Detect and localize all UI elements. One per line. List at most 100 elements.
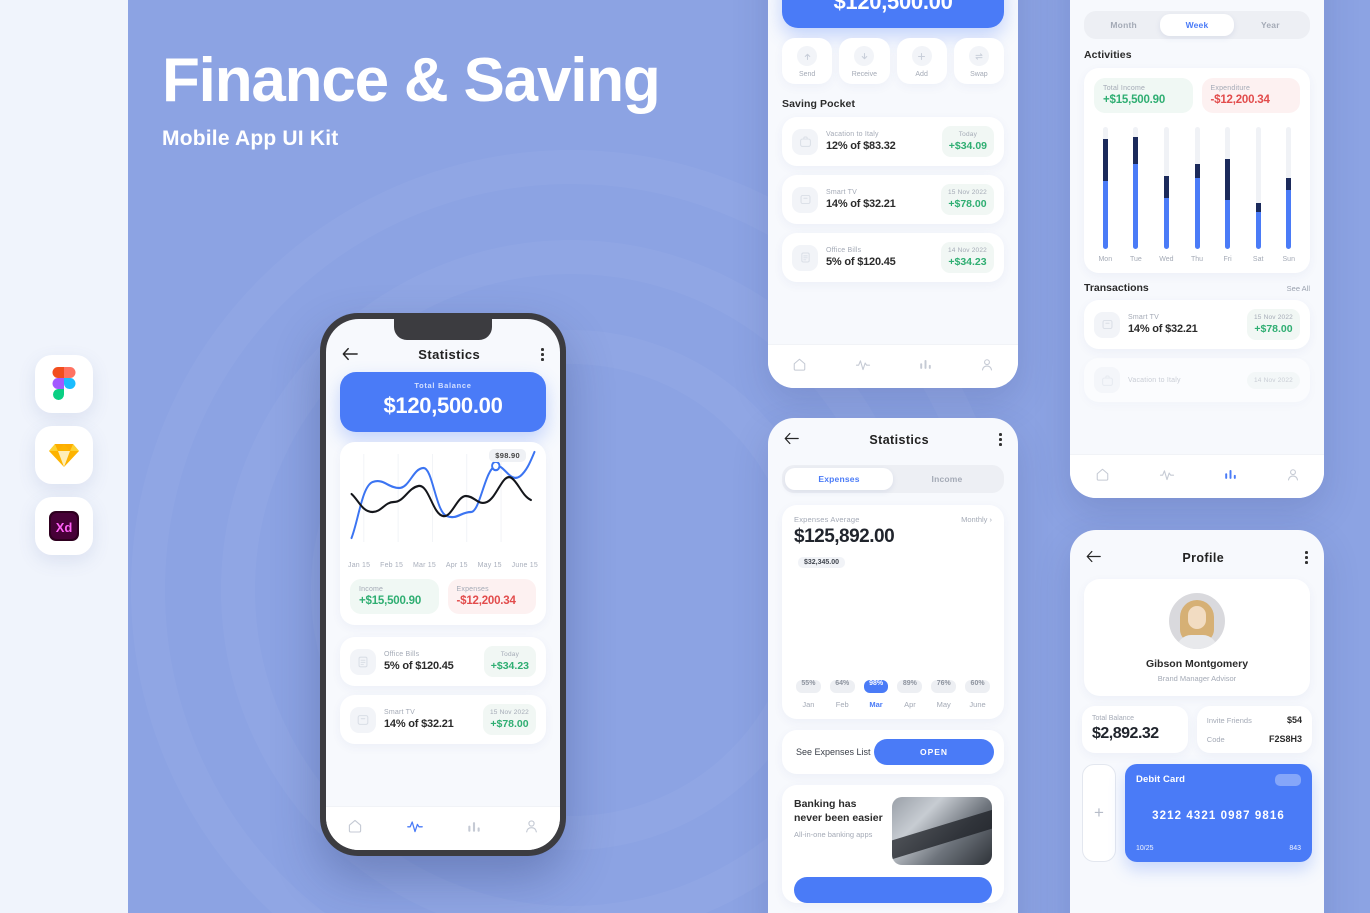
nav-home-icon[interactable]	[792, 357, 807, 377]
period-tab-group: Month Week Year	[1084, 11, 1310, 39]
bar[interactable]: 89%	[897, 680, 923, 693]
tab-expenses[interactable]: Expenses	[785, 468, 893, 490]
bar-column[interactable]	[1243, 127, 1274, 249]
bar[interactable]: 76%	[931, 680, 957, 693]
nav-chart-bars-icon[interactable]	[467, 819, 481, 839]
row-title: Smart TV	[384, 709, 416, 716]
chart-tooltip: $98.90	[489, 449, 526, 462]
activities-card-wrap: Total Income +$15,500.90 Expenditure -$1…	[1070, 68, 1324, 273]
bar-column[interactable]	[1212, 127, 1243, 249]
table-row[interactable]: Smart TV 14% of $32.21 15 Nov 2022 +$78.…	[340, 695, 546, 744]
total-balance-card[interactable]: Total Balance $120,500.00	[782, 0, 1004, 28]
transactions-list: Office Bills 5% of $120.45 Today +$34.23…	[326, 625, 560, 744]
bar-value: 64%	[835, 680, 850, 687]
list-item-date: 14 Nov 2022	[947, 247, 987, 254]
action-send[interactable]: Send	[782, 38, 833, 84]
nav-home-icon[interactable]	[347, 818, 363, 839]
sketch-icon[interactable]	[35, 426, 93, 484]
table-row[interactable]: Office Bills 5% of $120.45 Today +$34.23	[340, 637, 546, 686]
nav-chart-bars-icon[interactable]	[1224, 467, 1237, 486]
more-vertical-icon[interactable]	[999, 433, 1002, 446]
avatar	[1169, 593, 1225, 649]
table-row[interactable]: Smart TV 14% of $32.21 15 Nov 2022 +$78.…	[1084, 300, 1310, 349]
open-button[interactable]: OPEN	[874, 739, 994, 765]
list-item-title: Office Bills	[826, 247, 862, 254]
period-selector[interactable]: Monthly ›	[961, 515, 992, 524]
nav-person-icon[interactable]	[1286, 467, 1300, 487]
nav-activity-icon[interactable]	[406, 818, 424, 839]
bar[interactable]: 98%	[863, 680, 889, 693]
back-arrow-icon[interactable]	[342, 347, 358, 362]
adobe-xd-icon[interactable]: Xd	[35, 497, 93, 555]
action-label: Swap	[970, 71, 988, 78]
expenses-average-card: Expenses Average Monthly › $125,892.00 $…	[782, 505, 1004, 719]
axis-label: Apr 15	[445, 562, 468, 569]
swap-icon	[968, 46, 989, 66]
line-chart[interactable]: $98.90	[340, 442, 546, 560]
nav-person-icon[interactable]	[524, 818, 539, 839]
promo-button[interactable]	[794, 877, 992, 903]
total-balance-box: Total Balance $2,892.32	[1082, 706, 1188, 753]
see-all-link[interactable]: See All	[1287, 284, 1310, 293]
bar[interactable]: 64%	[829, 680, 855, 693]
list-item-amount: +$34.23	[948, 256, 987, 268]
total-balance-card[interactable]: Total Balance $120,500.00	[340, 372, 546, 432]
expenses-value: -$12,200.34	[456, 595, 516, 607]
list-item[interactable]: Vacation to Italy 12% of $83.32 Today +$…	[782, 117, 1004, 166]
list-item-detail: 5% of $120.45	[826, 256, 896, 268]
bar[interactable]: 60%	[965, 680, 990, 693]
income-value: +$15,500.90	[359, 595, 422, 607]
nav-activity-icon[interactable]	[1159, 467, 1175, 487]
debit-card[interactable]: Debit Card 3212 4321 0987 9816 10/25 843	[1125, 764, 1312, 862]
back-arrow-icon[interactable]	[1086, 550, 1101, 565]
more-vertical-icon[interactable]	[1305, 551, 1308, 564]
axis-label: Mar	[869, 700, 883, 709]
axis-label: Jan 15	[348, 562, 371, 569]
screen-profile: Profile Gibson Montgomery Brand Manager …	[1070, 530, 1324, 913]
tab-income[interactable]: Income	[893, 468, 1001, 490]
back-arrow-icon[interactable]	[784, 432, 799, 447]
svg-text:Xd: Xd	[56, 520, 73, 535]
total-balance-label: Total Balance	[1092, 715, 1135, 722]
nav-home-icon[interactable]	[1095, 467, 1110, 487]
action-add[interactable]: Add	[896, 38, 947, 84]
bar-tooltip: $32,345.00	[798, 557, 846, 568]
row-date: 15 Nov 2022	[489, 709, 529, 716]
saving-pocket-list: Vacation to Italy 12% of $83.32 Today +$…	[768, 117, 1018, 282]
action-swap[interactable]: Swap	[953, 38, 1004, 84]
bar-column[interactable]	[1090, 127, 1121, 249]
bar[interactable]: 55%	[796, 680, 821, 693]
balance-amount: $120,500.00	[833, 0, 953, 14]
list-item[interactable]: Office Bills 5% of $120.45 14 Nov 2022 +…	[782, 233, 1004, 282]
row-date: Today	[500, 651, 520, 658]
bar-column[interactable]	[1121, 127, 1152, 249]
more-vertical-icon[interactable]	[541, 348, 544, 361]
profile-card: Gibson Montgomery Brand Manager Advisor	[1084, 579, 1310, 696]
invite-friends-box[interactable]: Invite Friends $54 Code F2S8H3	[1196, 706, 1312, 753]
bar-column[interactable]	[1182, 127, 1213, 249]
table-row[interactable]: Vacation to Italy 14 Nov 2022	[1084, 358, 1310, 402]
nav-person-icon[interactable]	[980, 357, 994, 377]
profile-stats-row: Total Balance $2,892.32 Invite Friends $…	[1070, 696, 1324, 753]
cards-row: + Debit Card 3212 4321 0987 9816 10/25 8…	[1070, 753, 1324, 862]
action-receive[interactable]: Receive	[839, 38, 890, 84]
figma-icon[interactable]	[35, 355, 93, 413]
screen-home: Total Balance $120,500.00 Send Receive	[768, 0, 1018, 388]
list-item[interactable]: Smart TV 14% of $32.21 15 Nov 2022 +$78.…	[782, 175, 1004, 224]
tab-year[interactable]: Year	[1234, 14, 1307, 36]
list-item-amount-chip: 15 Nov 2022 +$78.00	[940, 184, 994, 215]
income-box: Income +$15,500.90	[350, 579, 439, 614]
tab-week[interactable]: Week	[1160, 14, 1234, 36]
bar-value: 76%	[936, 680, 951, 687]
plus-icon[interactable]: +	[1082, 764, 1116, 862]
nav-chart-bars-icon[interactable]	[919, 357, 932, 376]
bar-column[interactable]	[1273, 127, 1304, 249]
tab-month[interactable]: Month	[1087, 14, 1160, 36]
promo-card[interactable]: Banking has never been easier All-in-one…	[782, 785, 1004, 903]
list-item-amount-chip: Today +$34.09	[941, 126, 994, 157]
bar-column[interactable]	[1151, 127, 1182, 249]
page-title: Statistics	[418, 347, 481, 362]
nav-activity-icon[interactable]	[855, 357, 871, 377]
row-date: 14 Nov 2022	[1253, 376, 1293, 384]
promo-title: Banking has never been easier	[794, 798, 883, 825]
